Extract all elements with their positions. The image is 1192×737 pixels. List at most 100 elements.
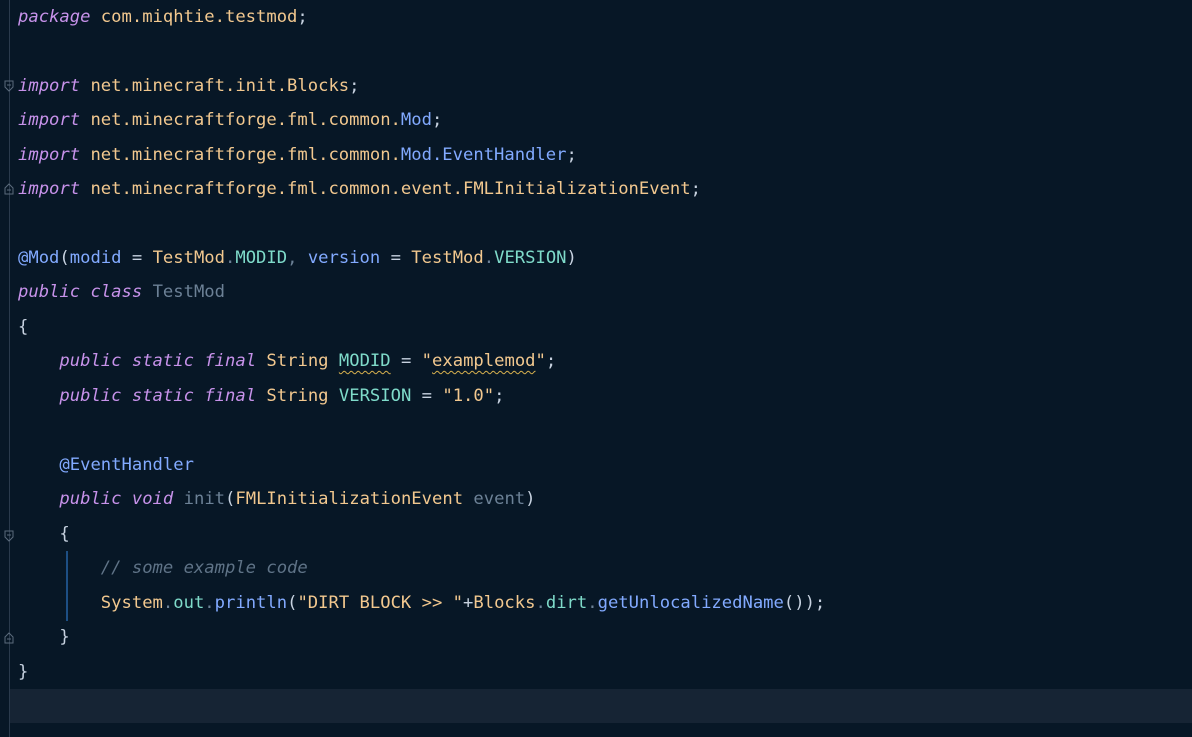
token-class: TestMod <box>411 248 484 268</box>
code-line[interactable]: import net.minecraftforge.fml.common.Mod… <box>18 138 577 172</box>
token-keyword: final <box>204 351 257 371</box>
token-comment: // some example code <box>100 558 308 578</box>
token-punct: . <box>162 593 174 613</box>
token-keyword: public <box>59 489 122 509</box>
token-keyword: public <box>18 282 81 302</box>
token-punct: , <box>287 248 308 268</box>
token-punct: ()); <box>783 593 826 613</box>
token-string: "DIRT BLOCK >> " <box>297 593 464 613</box>
token-punct: ) <box>566 248 577 268</box>
token-class: EventHandler <box>442 145 567 165</box>
token-punct: ; <box>566 145 577 165</box>
token-brace: } <box>59 627 70 647</box>
code-line[interactable]: public class TestMod <box>18 275 225 309</box>
token-import-path: net.minecraftforge.fml.common.event.FMLI… <box>90 179 691 199</box>
code-line[interactable]: { <box>18 310 28 344</box>
code-editor[interactable]: package com.miqhtie.testmod; import net.… <box>0 0 1192 737</box>
token-punct: ( <box>59 248 70 268</box>
token-punct: ; <box>545 351 557 371</box>
token-annotation: @EventHandler <box>59 455 194 475</box>
code-line[interactable]: import net.minecraftforge.fml.common.eve… <box>18 172 701 206</box>
token-keyword: import <box>18 145 81 165</box>
token-class: TestMod <box>152 248 225 268</box>
token-field: MODID <box>338 351 391 371</box>
token-string: "1.0" <box>442 386 495 406</box>
token-keyword: class <box>90 282 143 302</box>
code-line[interactable]: public static final String MODID = "exam… <box>18 344 556 378</box>
token-argument: modid <box>69 248 122 268</box>
fold-collapse-icon[interactable] <box>4 530 14 542</box>
token-package: com.miqhtie.testmod <box>100 7 298 27</box>
token-punct: ; <box>431 110 443 130</box>
fold-end-icon[interactable] <box>4 183 14 195</box>
token-punct: ; <box>494 386 505 406</box>
token-method-name: init <box>183 489 226 509</box>
fold-collapse-icon[interactable] <box>4 80 14 92</box>
token-class: Blocks <box>473 593 536 613</box>
code-line[interactable]: } <box>18 655 28 689</box>
token-method: println <box>214 593 288 613</box>
code-line[interactable]: } <box>18 620 70 654</box>
token-operator: = <box>390 351 422 371</box>
token-field: VERSION <box>494 248 567 268</box>
code-line[interactable]: import net.minecraftforge.fml.common.Mod… <box>18 103 442 137</box>
token-class: Mod <box>400 145 432 165</box>
token-keyword: package <box>18 7 91 27</box>
token-punct: ; <box>349 76 360 96</box>
token-punct: . <box>225 248 236 268</box>
current-line-highlight <box>10 689 1192 723</box>
token-class-name: TestMod <box>152 282 225 302</box>
token-class: Mod <box>400 110 432 130</box>
token-class: System <box>100 593 163 613</box>
token-punct: ; <box>690 179 701 199</box>
token-punct: . <box>587 593 598 613</box>
gutter-divider <box>9 0 10 737</box>
code-line[interactable]: // some example code <box>18 551 308 585</box>
token-punct: . <box>535 593 546 613</box>
token-keyword: static <box>131 386 194 406</box>
token-brace: { <box>59 524 70 544</box>
token-keyword: public <box>59 351 122 371</box>
token-field: out <box>173 593 205 613</box>
token-punct: . <box>483 248 495 268</box>
token-punct: ( <box>225 489 236 509</box>
code-line[interactable]: System.out.println("DIRT BLOCK >> "+Bloc… <box>18 586 825 620</box>
code-line[interactable]: package com.miqhtie.testmod; <box>18 0 308 34</box>
token-field: dirt <box>545 593 588 613</box>
code-line[interactable]: @EventHandler <box>18 448 194 482</box>
token-keyword: import <box>18 76 81 96</box>
token-keyword: static <box>131 351 194 371</box>
token-type: String <box>266 386 329 406</box>
token-method: getUnlocalizedName <box>597 593 784 613</box>
code-line[interactable]: @Mod(modid = TestMod.MODID, version = Te… <box>18 241 577 275</box>
token-operator: + <box>463 593 474 613</box>
token-keyword: import <box>18 110 81 130</box>
token-keyword: void <box>131 489 174 509</box>
token-punct: ( <box>287 593 298 613</box>
token-argument: version <box>307 248 381 268</box>
token-operator: = <box>121 248 153 268</box>
code-line[interactable]: { <box>18 517 70 551</box>
fold-end-icon[interactable] <box>4 632 14 644</box>
token-punct: ; <box>297 7 308 27</box>
token-keyword: import <box>18 179 81 199</box>
code-line[interactable]: public static final String VERSION = "1.… <box>18 379 504 413</box>
token-punct: . <box>204 593 215 613</box>
token-parameter: event <box>473 489 526 509</box>
token-string: " <box>421 351 433 371</box>
token-keyword: public <box>59 386 122 406</box>
token-type: FMLInitializationEvent <box>235 489 464 509</box>
token-operator: = <box>380 248 412 268</box>
token-import-path: net.minecraft.init.Blocks <box>90 76 350 96</box>
token-import-path: net.minecraftforge.fml.common. <box>90 145 401 165</box>
code-line[interactable]: public void init(FMLInitializationEvent … <box>18 482 536 516</box>
token-keyword: final <box>204 386 257 406</box>
token-annotation: @Mod <box>18 248 60 268</box>
code-line[interactable]: import net.minecraft.init.Blocks; <box>18 69 360 103</box>
token-punct: ) <box>525 489 536 509</box>
token-field: VERSION <box>338 386 412 406</box>
token-string: " <box>535 351 546 371</box>
token-import-path: net.minecraftforge.fml.common. <box>90 110 401 130</box>
token-operator: = <box>411 386 443 406</box>
token-brace: { <box>18 317 29 337</box>
